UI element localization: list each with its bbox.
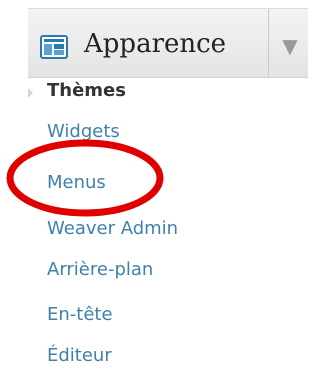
submenu-item-weaver-admin[interactable]: Weaver Admin <box>47 218 178 239</box>
appearance-icon <box>40 35 68 59</box>
submenu-item-editor[interactable]: Éditeur <box>47 345 112 366</box>
submenu-item-header[interactable]: En-tête <box>47 304 113 325</box>
appearance-submenu: Thèmes Widgets Menus Weaver Admin Arrièr… <box>0 78 308 371</box>
appearance-menu-header[interactable]: Apparence ▼ <box>28 8 308 78</box>
submenu-item-themes[interactable]: Thèmes <box>47 80 126 101</box>
submenu-item-background[interactable]: Arrière-plan <box>47 259 153 280</box>
header-divider <box>268 9 269 77</box>
appearance-menu-label: Apparence <box>84 29 227 59</box>
submenu-item-menus[interactable]: Menus <box>47 172 106 193</box>
current-item-arrow-icon <box>28 88 33 98</box>
triangle-down-icon[interactable]: ▼ <box>278 31 302 61</box>
submenu-item-widgets[interactable]: Widgets <box>47 121 120 142</box>
